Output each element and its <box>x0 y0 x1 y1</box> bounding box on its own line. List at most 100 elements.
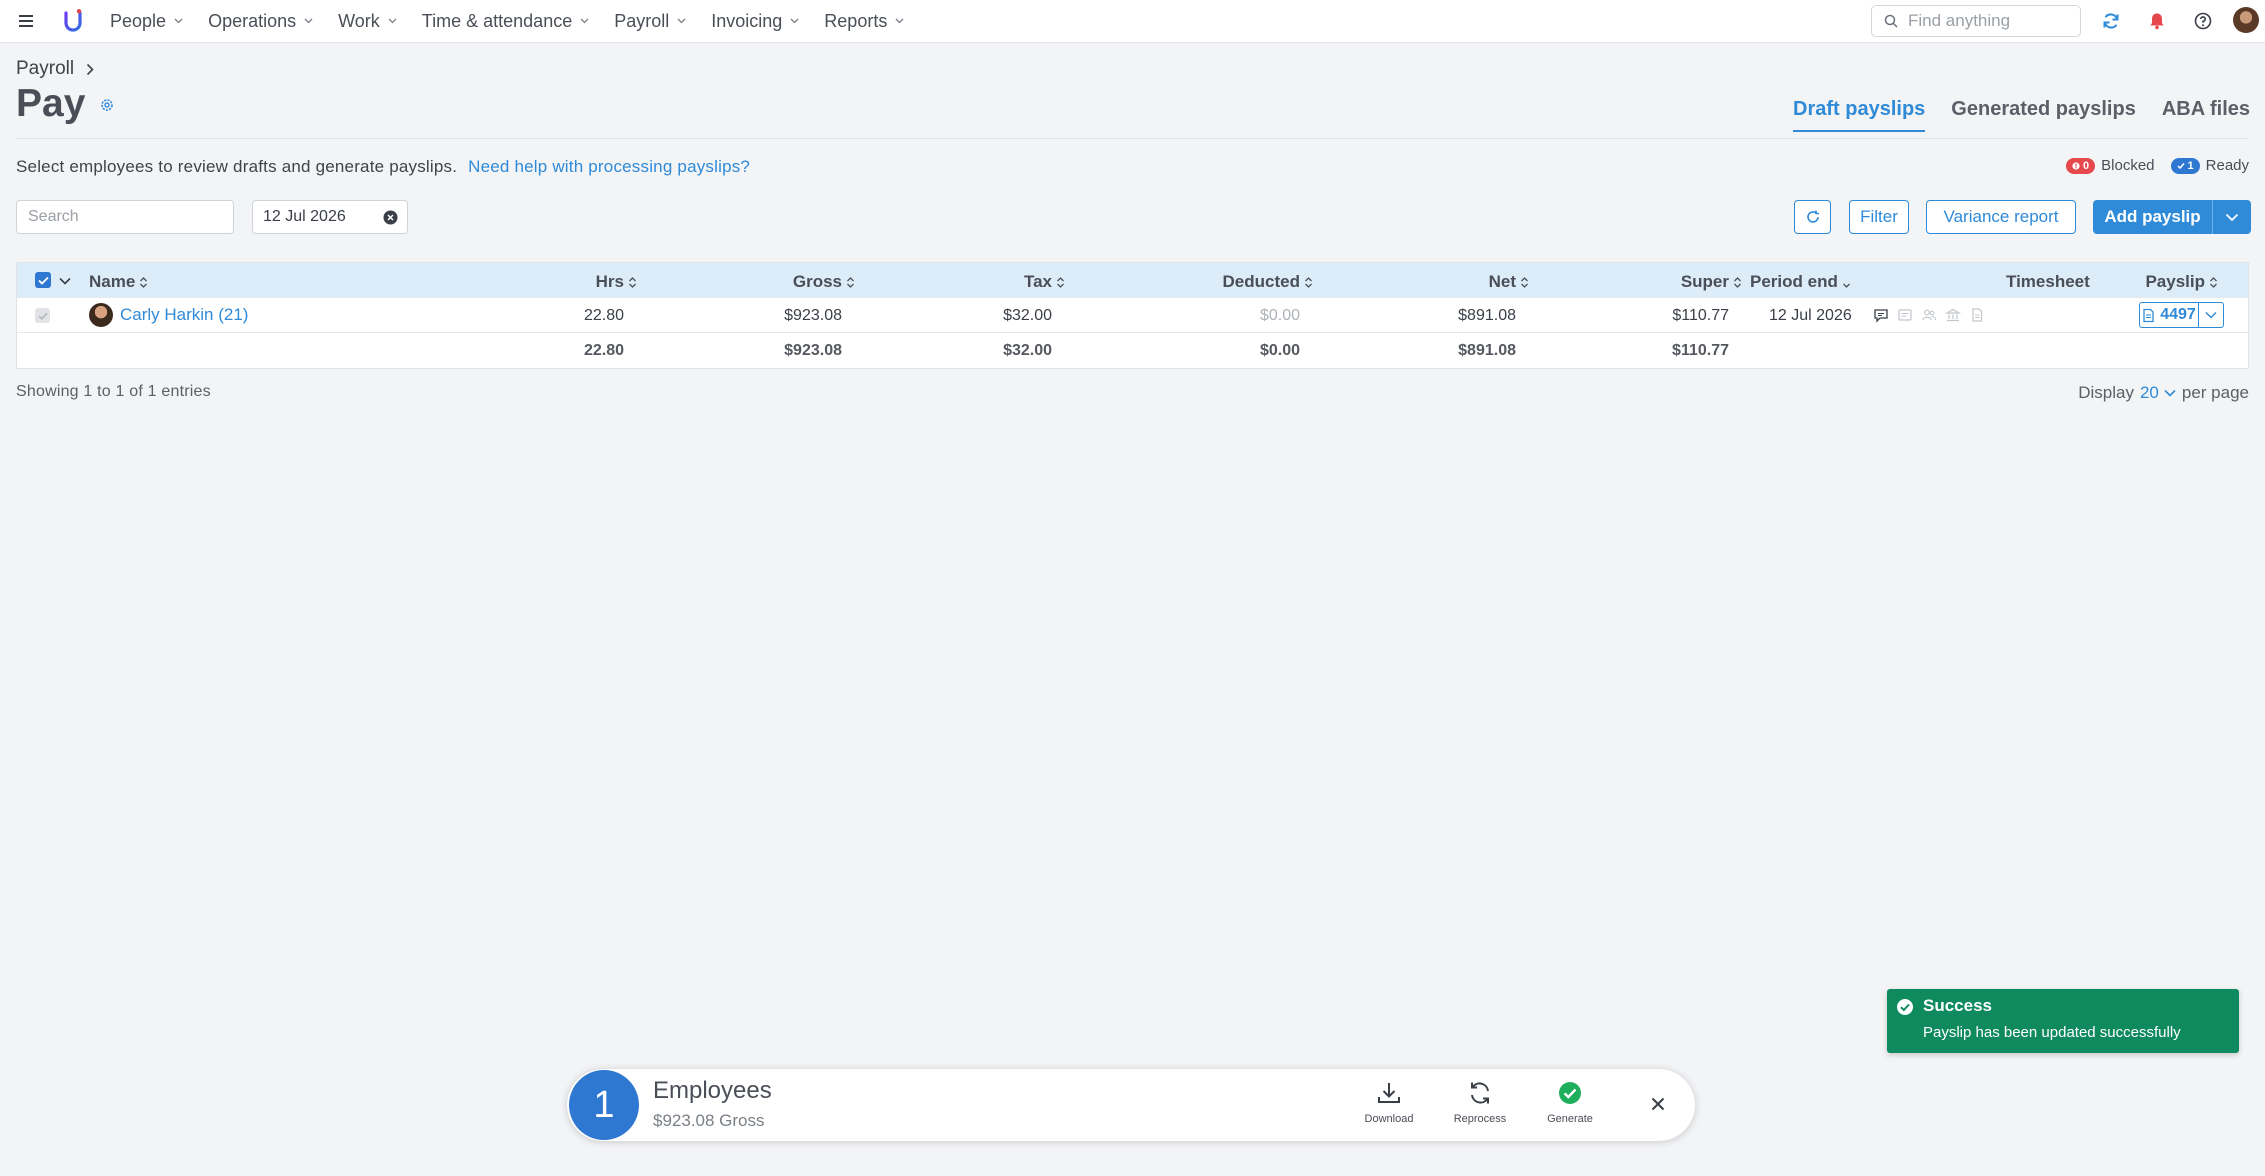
period-date-filter[interactable]: 12 Jul 2026 <box>252 200 408 234</box>
breadcrumb[interactable]: Payroll <box>16 58 94 80</box>
totals-row: 22.80 $923.08 $32.00 $0.00 $891.08 $110.… <box>17 332 2248 368</box>
nav-label: Payroll <box>614 10 670 31</box>
tab-draft-payslips[interactable]: Draft payslips <box>1793 98 1926 132</box>
sync-icon[interactable] <box>2101 11 2121 31</box>
close-icon[interactable] <box>1649 1095 1667 1113</box>
filter-button[interactable]: Filter <box>1849 200 1909 234</box>
global-search[interactable] <box>1871 5 2081 37</box>
select-all-checkbox[interactable] <box>35 272 51 288</box>
nav-work[interactable]: Work <box>338 11 397 32</box>
payslip-number-button[interactable]: 4497 <box>2139 302 2199 328</box>
nav-invoicing[interactable]: Invoicing <box>711 11 799 32</box>
reprocess-button[interactable]: Reprocess <box>1444 1081 1516 1125</box>
selected-count: 1 <box>569 1070 639 1140</box>
row-status-icons <box>1873 307 1993 323</box>
per-page-select[interactable]: 20 <box>2140 383 2176 403</box>
nav-operations[interactable]: Operations <box>208 11 313 32</box>
nav-reports[interactable]: Reports <box>824 11 904 32</box>
column-header-period-end[interactable]: Period end <box>1750 272 1851 292</box>
global-search-input[interactable] <box>1906 10 2060 32</box>
add-payslip-button-group: Add payslip <box>2093 200 2251 234</box>
download-button[interactable]: Download <box>1353 1081 1425 1125</box>
employee-search-input[interactable] <box>26 201 220 233</box>
check-icon <box>37 312 48 320</box>
notification-bell-icon[interactable] <box>2147 11 2167 31</box>
selection-title: Employees <box>653 1077 772 1104</box>
column-header-super[interactable]: Super <box>1681 272 1742 292</box>
nav-payroll[interactable]: Payroll <box>614 11 686 32</box>
payslip-table: Name Hrs Gross Tax Deducted Net Super Pe… <box>16 262 2249 369</box>
generate-button[interactable]: Generate <box>1534 1081 1606 1125</box>
generate-label: Generate <box>1547 1113 1593 1125</box>
help-link[interactable]: Need help with processing payslips? <box>468 157 750 176</box>
header-label: Tax <box>1023 272 1052 291</box>
chevron-down-icon <box>2225 213 2239 221</box>
chevron-down-icon <box>580 18 589 24</box>
alert-icon <box>2072 161 2080 170</box>
tab-generated-payslips[interactable]: Generated payslips <box>1951 98 2136 132</box>
check-icon <box>2176 162 2185 169</box>
total-net: $891.08 <box>1458 342 1516 359</box>
chevron-down-icon <box>677 18 686 24</box>
ready-count: 1 <box>2187 159 2194 172</box>
intro-description: Select employees to review drafts and ge… <box>16 157 458 176</box>
total-super: $110.77 <box>1672 342 1729 359</box>
nav-people[interactable]: People <box>110 11 183 32</box>
total-hrs: 22.80 <box>583 342 624 359</box>
column-header-tax[interactable]: Tax <box>1024 272 1065 292</box>
add-payslip-dropdown[interactable] <box>2212 200 2251 234</box>
brand-logo-icon[interactable] <box>62 8 84 34</box>
header-label: Super <box>1680 272 1729 291</box>
variance-report-button[interactable]: Variance report <box>1926 200 2076 234</box>
comment-icon[interactable] <box>1873 307 1889 323</box>
tab-aba-files[interactable]: ABA files <box>2162 98 2250 132</box>
column-header-deducted[interactable]: Deducted <box>1223 272 1313 292</box>
add-payslip-button[interactable]: Add payslip <box>2093 200 2212 234</box>
row-checkbox[interactable] <box>35 308 50 323</box>
chevron-down-icon <box>895 18 904 24</box>
blocked-badge: 0 <box>2066 157 2096 174</box>
help-icon[interactable] <box>2193 11 2213 31</box>
header-label: Payslip <box>2145 272 2205 291</box>
sort-icon <box>1305 276 1312 288</box>
column-header-net[interactable]: Net <box>1489 272 1529 292</box>
chevron-down-icon <box>388 18 397 24</box>
nav-label: Operations <box>208 10 297 31</box>
clear-icon[interactable] <box>383 210 398 225</box>
nav-time-attendance[interactable]: Time & attendance <box>422 11 589 32</box>
per-page-value: 20 <box>2139 383 2159 402</box>
settings-gear-icon[interactable] <box>100 98 114 112</box>
refresh-icon <box>1806 210 1819 223</box>
employee-name-link[interactable]: Carly Harkin (21) <box>120 305 248 325</box>
chevron-down-icon <box>174 18 183 24</box>
display-label: Display <box>2078 383 2134 402</box>
chevron-down-icon[interactable] <box>59 277 71 285</box>
table-row[interactable]: Carly Harkin (21) 22.80 $923.08 $32.00 $… <box>17 297 2248 333</box>
menu-icon[interactable] <box>17 12 37 30</box>
success-toast[interactable]: Success Payslip has been updated success… <box>1887 989 2239 1053</box>
toast-title: Success <box>1923 996 1992 1015</box>
column-header-payslip[interactable]: Payslip <box>2145 272 2218 292</box>
nav-label: Work <box>338 10 380 31</box>
blocked-count: 0 <box>2083 159 2090 172</box>
chevron-down-icon <box>790 18 799 24</box>
cell-net: $891.08 <box>1458 307 1516 324</box>
entries-summary: Showing 1 to 1 of 1 entries <box>16 383 211 400</box>
search-icon <box>1884 14 1898 28</box>
user-avatar[interactable] <box>2233 7 2259 33</box>
date-value: 12 Jul 2026 <box>263 208 346 225</box>
column-header-name[interactable]: Name <box>89 272 148 292</box>
cell-super: $110.77 <box>1672 307 1729 324</box>
column-header-hrs[interactable]: Hrs <box>596 272 637 292</box>
refresh-button[interactable] <box>1794 200 1831 234</box>
payslip-number: 4497 <box>2160 306 2196 323</box>
download-icon <box>1378 1083 1400 1103</box>
payslip-dropdown[interactable] <box>2198 302 2224 328</box>
selection-action-bar: 1 Employees $923.08 Gross Download Repro… <box>567 1069 1695 1141</box>
payslip-document-icon <box>2143 308 2154 322</box>
employee-search[interactable] <box>16 200 234 234</box>
column-header-timesheet: Timesheet <box>2006 272 2090 291</box>
cell-gross: $923.08 <box>784 307 842 324</box>
header-label: Net <box>1488 272 1516 291</box>
column-header-gross[interactable]: Gross <box>793 272 855 292</box>
